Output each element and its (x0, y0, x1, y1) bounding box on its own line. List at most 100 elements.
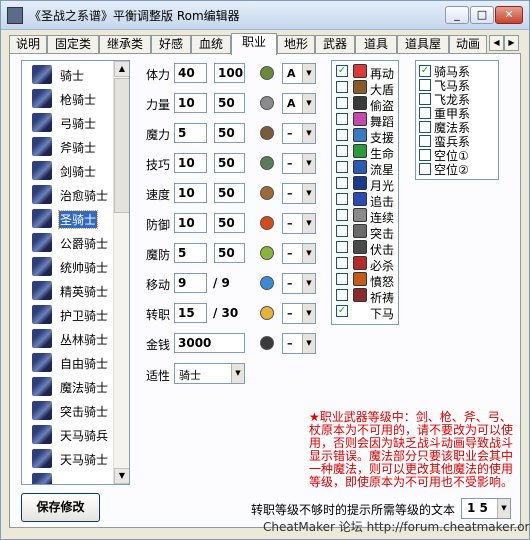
type-item-4[interactable]: 魔法系 (416, 119, 498, 135)
str-grade-select[interactable]: A ▼ (282, 93, 316, 114)
skill-checkbox-3[interactable] (336, 113, 348, 125)
tab-fixed[interactable]: 固定类 (47, 35, 99, 54)
skill-checkbox-4[interactable] (336, 129, 348, 141)
mag-grade-select[interactable]: – ▼ (282, 123, 316, 144)
list-item[interactable]: 枪骑士 (22, 87, 114, 111)
scroll-thumb[interactable] (114, 78, 129, 213)
type-item-0[interactable]: ✓ 骑马系 (416, 63, 498, 79)
type-checkbox-6[interactable] (419, 149, 431, 161)
skill-item-3[interactable]: 舞蹈 (332, 111, 398, 129)
promote-grade-select[interactable]: – ▼ (282, 303, 316, 324)
list-item[interactable]: 魔法骑士 (22, 375, 114, 399)
def-max-input[interactable]: 50 (214, 213, 245, 233)
type-item-1[interactable]: 飞马系 (416, 77, 498, 93)
list-item[interactable]: 剑骑士 (22, 159, 114, 183)
hp-grade-select[interactable]: A ▼ (282, 63, 316, 84)
list-item[interactable]: 护卫骑士 (22, 303, 114, 327)
skill-checkbox-2[interactable] (336, 97, 348, 109)
skill-checkbox-7[interactable] (336, 177, 348, 189)
skill-item-9[interactable]: 连续 (332, 207, 398, 225)
skill-item-10[interactable]: 突击 (332, 223, 398, 241)
hp-base-input[interactable]: 40 (174, 63, 207, 83)
type-checkbox-7[interactable] (419, 163, 431, 175)
tab-readme[interactable]: 说明 (9, 35, 47, 54)
skill-checkbox-6[interactable] (336, 161, 348, 173)
skill-item-11[interactable]: 伏击 (332, 239, 398, 257)
list-item[interactable]: 骑士 (22, 63, 114, 87)
skill-checkbox-13[interactable] (336, 273, 348, 285)
list-item[interactable] (22, 471, 114, 484)
skill-checkbox-10[interactable] (336, 225, 348, 237)
tab-animation[interactable]: 动画 (449, 35, 487, 54)
list-item[interactable]: 斧骑士 (22, 135, 114, 159)
res-max-input[interactable]: 50 (214, 243, 245, 263)
tab-scroll-left-icon[interactable]: ◀ (489, 35, 504, 51)
save-button[interactable]: 保存修改 (21, 493, 100, 522)
type-checkbox-2[interactable] (419, 93, 431, 105)
promote-hint-select[interactable]: 1 5 ▼ (461, 498, 511, 519)
type-checkbox-4[interactable] (419, 121, 431, 133)
skl-base-input[interactable]: 10 (174, 153, 207, 173)
scroll-up-icon[interactable]: ▲ (114, 61, 129, 77)
skill-item-12[interactable]: 必杀 (332, 255, 398, 273)
tab-terrain[interactable]: 地形 (277, 35, 315, 54)
skill-item-6[interactable]: 流星 (332, 159, 398, 177)
skill-item-2[interactable]: 偷盗 (332, 95, 398, 113)
list-item[interactable]: 天马骑士 (22, 447, 114, 471)
skill-item-0[interactable]: ✓ 再动 (332, 63, 398, 81)
type-checkbox-0[interactable]: ✓ (419, 65, 431, 77)
class-list-scrollbar[interactable]: ▲ ▼ (113, 61, 129, 484)
skill-checkbox-5[interactable] (336, 145, 348, 157)
type-checkbox-1[interactable] (419, 79, 431, 91)
tab-shop[interactable]: 道具屋 (397, 35, 449, 54)
spd-max-input[interactable]: 50 (214, 183, 245, 203)
scroll-down-icon[interactable]: ▼ (114, 468, 129, 484)
skill-checkbox-12[interactable] (336, 257, 348, 269)
res-grade-select[interactable]: – ▼ (282, 243, 316, 264)
type-item-3[interactable]: 重甲系 (416, 105, 498, 121)
promote-input[interactable]: 15 (174, 303, 207, 323)
def-grade-select[interactable]: – ▼ (282, 213, 316, 234)
list-item[interactable]: 精英骑士 (22, 279, 114, 303)
list-item[interactable]: 弓骑士 (22, 111, 114, 135)
type-item-5[interactable]: 蛮兵系 (416, 133, 498, 149)
skill-checkbox-0[interactable]: ✓ (336, 65, 348, 77)
aptitude-select[interactable]: 骑士 ▼ (174, 363, 245, 384)
str-base-input[interactable]: 10 (174, 93, 207, 113)
tab-inherit[interactable]: 继承类 (99, 35, 151, 54)
skill-checkbox-15[interactable]: ✓ (336, 305, 348, 317)
chevron-down-icon[interactable]: ▼ (497, 499, 510, 518)
list-item-selected[interactable]: 圣骑士 (22, 207, 114, 231)
list-item[interactable]: 天马骑兵 (22, 423, 114, 447)
spd-grade-select[interactable]: – ▼ (282, 183, 316, 204)
skl-grade-select[interactable]: – ▼ (282, 153, 316, 174)
str-max-input[interactable]: 50 (214, 93, 245, 113)
tab-bloodline[interactable]: 血统 (191, 35, 231, 54)
mag-max-input[interactable]: 50 (214, 123, 245, 143)
type-item-2[interactable]: 飞龙系 (416, 91, 498, 107)
skill-checkbox-8[interactable] (336, 193, 348, 205)
maximize-button[interactable]: □ (470, 6, 494, 24)
skill-item-1[interactable]: 大盾 (332, 79, 398, 97)
list-item[interactable]: 统帅骑士 (22, 255, 114, 279)
skl-max-input[interactable]: 50 (214, 153, 245, 173)
skill-item-5[interactable]: 生命 (332, 143, 398, 161)
money-grade-select[interactable]: – ▼ (282, 333, 316, 354)
skill-item-14[interactable]: 祈祷 (332, 287, 398, 305)
tab-scroll-right-icon[interactable]: ▶ (504, 35, 519, 51)
minimize-button[interactable]: _ (445, 6, 469, 24)
skill-item-4[interactable]: 支援 (332, 127, 398, 145)
skill-item-8[interactable]: 追击 (332, 191, 398, 209)
res-base-input[interactable]: 5 (174, 243, 207, 263)
type-item-7[interactable]: 空位② (416, 161, 498, 177)
move-input[interactable]: 9 (174, 273, 207, 293)
money-input[interactable]: 3000 (174, 333, 245, 353)
tab-weapon[interactable]: 武器 (315, 35, 355, 54)
mag-base-input[interactable]: 5 (174, 123, 207, 143)
spd-base-input[interactable]: 10 (174, 183, 207, 203)
close-button[interactable]: ✕ (495, 6, 523, 24)
skill-checkbox-1[interactable] (336, 81, 348, 93)
tab-class[interactable]: 职业 (231, 33, 277, 55)
type-item-6[interactable]: 空位① (416, 147, 498, 163)
tab-affection[interactable]: 好感 (151, 35, 191, 54)
